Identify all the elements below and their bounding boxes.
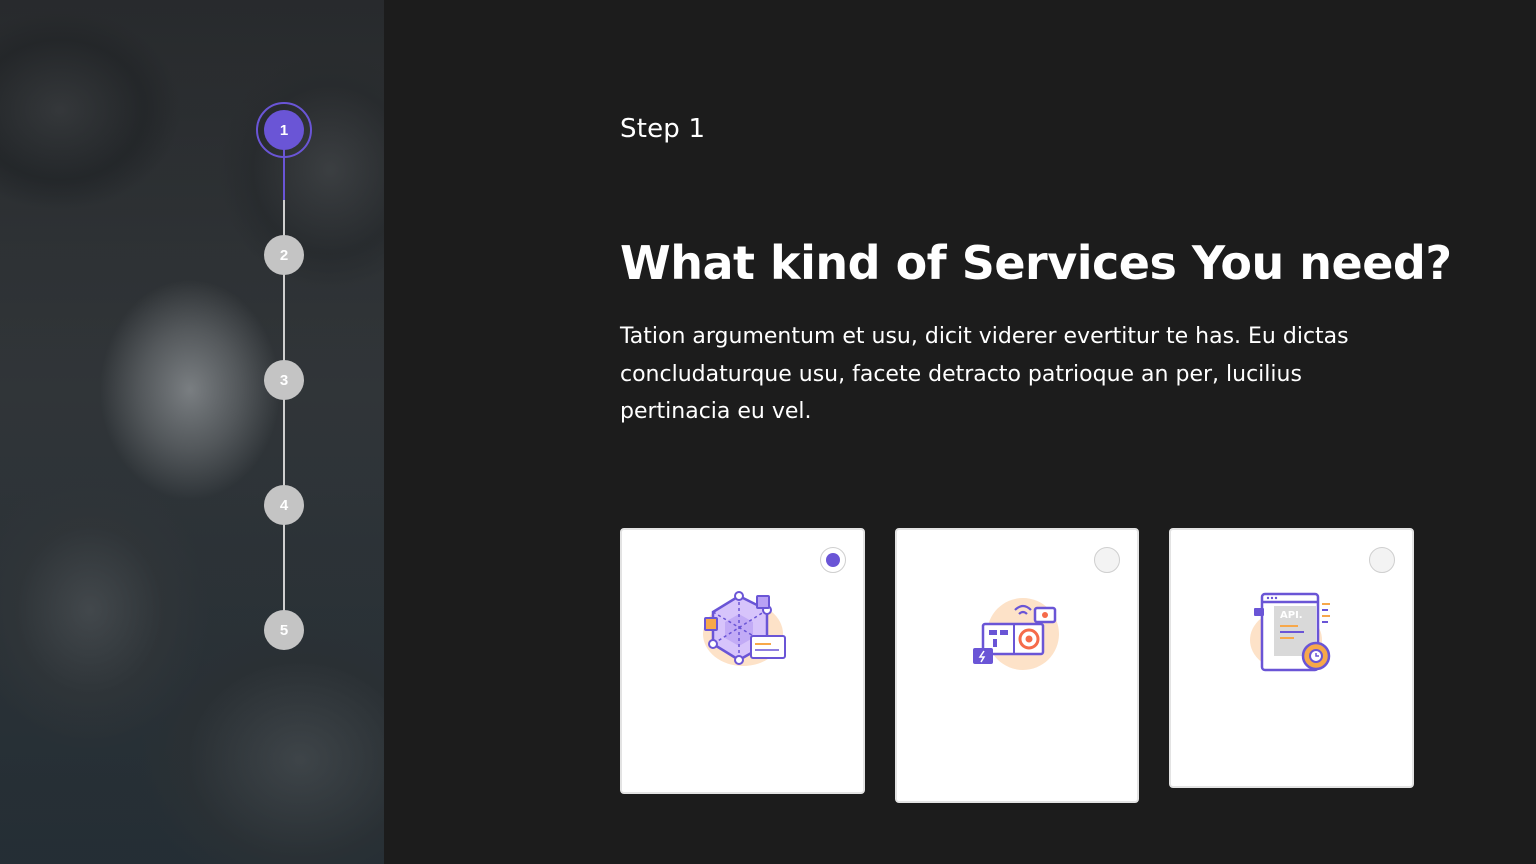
page-description: Tation argumentum et usu, dicit viderer … <box>620 324 1349 424</box>
service-radio-2[interactable] <box>1094 547 1120 573</box>
api-label: API. <box>1280 610 1303 621</box>
service-radio-1[interactable] <box>820 547 846 573</box>
service-card-3[interactable]: API. <box>1169 528 1414 788</box>
step-2[interactable]: 2 <box>264 235 304 275</box>
step-1[interactable]: 1 <box>264 110 304 150</box>
api-settings-icon: API. <box>1249 592 1330 672</box>
step-4[interactable]: 4 <box>264 485 304 525</box>
page-title: What kind of Services You need? <box>620 236 1452 290</box>
step-3[interactable]: 3 <box>264 360 304 400</box>
smart-device-icon <box>973 598 1059 670</box>
network-hexagon-icon <box>702 591 786 666</box>
service-card-2[interactable] <box>895 528 1139 803</box>
service-radio-3[interactable] <box>1369 547 1395 573</box>
progress-stepper: 1 2 3 4 5 <box>0 0 384 864</box>
service-card-1[interactable] <box>620 528 865 794</box>
step-5[interactable]: 5 <box>264 610 304 650</box>
step-label: Step 1 <box>620 114 706 144</box>
